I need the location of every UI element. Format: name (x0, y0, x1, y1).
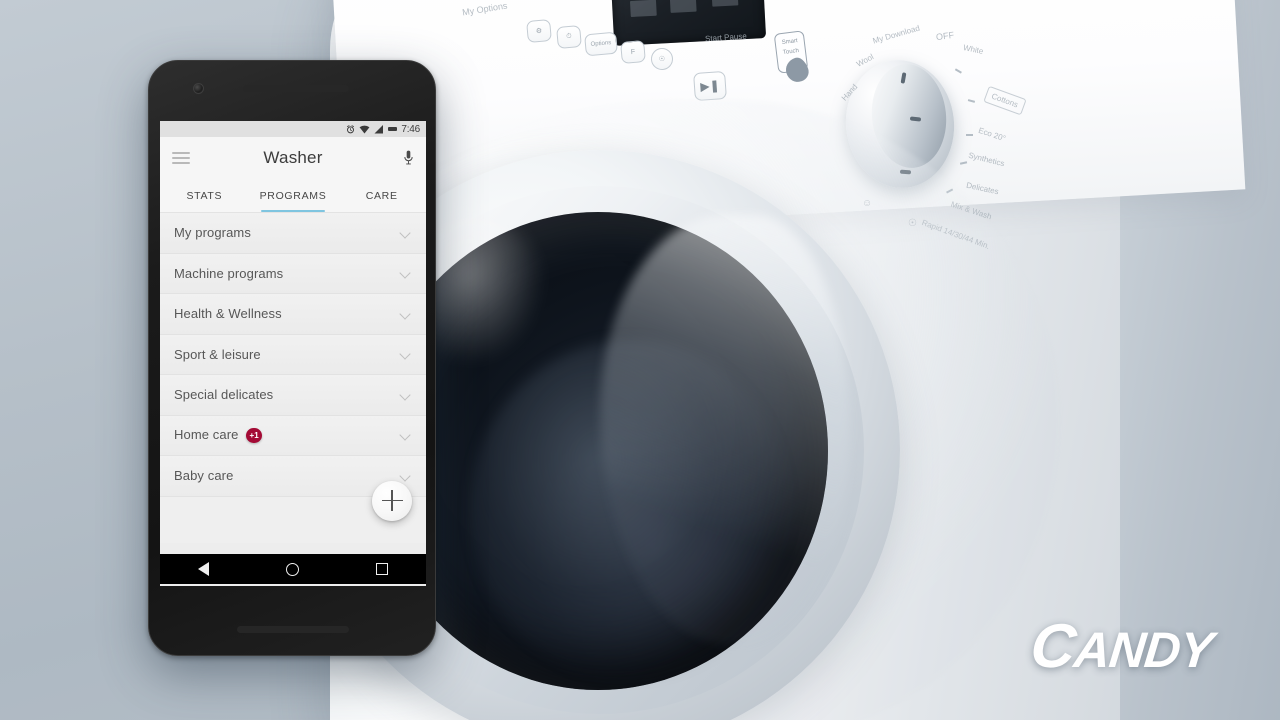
chevron-down-icon (400, 429, 412, 441)
washer-options-button[interactable]: Options (584, 31, 618, 57)
recents-square-icon[interactable] (375, 563, 388, 575)
washer-option-button-3[interactable]: F (620, 39, 646, 65)
hamburger-menu-icon[interactable] (172, 152, 190, 164)
status-bar-time: 7:46 (401, 123, 420, 135)
status-bar: 7:46 (160, 121, 426, 137)
list-item-health-wellness[interactable]: Health & Wellness (160, 294, 426, 335)
list-item-label: My programs (174, 225, 251, 241)
app-bar: Washer (160, 137, 426, 179)
programs-list: My programs Machine programs Health & We… (160, 213, 426, 543)
washer-option-button-2[interactable]: ⏱ (556, 24, 582, 50)
list-item-label: Sport & leisure (174, 346, 261, 362)
chevron-down-icon (400, 348, 412, 360)
chevron-down-icon (400, 389, 412, 401)
list-footer-area (160, 480, 426, 543)
tab-care[interactable]: CARE (337, 179, 426, 212)
candy-brand-logo: CANDY (1027, 611, 1216, 682)
phone-chin-bar (237, 626, 349, 633)
status-badge: +1 (246, 428, 262, 444)
list-item-label: Machine programs (174, 265, 284, 281)
list-item-label: Baby care (174, 468, 234, 484)
back-triangle-icon[interactable] (198, 562, 210, 576)
tab-programs[interactable]: PROGRAMS (249, 179, 338, 212)
tab-stats[interactable]: STATS (160, 179, 249, 212)
list-item-label: Special delicates (174, 387, 274, 403)
washer-start-pause-button[interactable]: ▶❚ (693, 70, 727, 102)
list-item-text: Home care (174, 427, 239, 443)
list-item-special-delicates[interactable]: Special delicates (160, 375, 426, 416)
android-navigation-bar (160, 554, 426, 584)
battery-icon (388, 127, 398, 131)
chevron-down-icon (400, 267, 412, 279)
smartphone-device: 7:46 Washer STATS PROGRAMS CARE My progr… (148, 60, 436, 656)
microphone-icon[interactable] (396, 150, 414, 166)
list-item-label: Health & Wellness (174, 306, 282, 322)
list-item-sport-leisure[interactable]: Sport & leisure (160, 334, 426, 375)
earpiece-speaker (243, 85, 349, 92)
add-program-fab-button[interactable] (372, 480, 412, 521)
chevron-down-icon (400, 227, 412, 239)
tab-bar: STATS PROGRAMS CARE (160, 179, 426, 213)
signal-icon (374, 124, 384, 134)
front-camera (193, 83, 204, 94)
phone-screen: 7:46 Washer STATS PROGRAMS CARE My progr… (160, 121, 426, 586)
candy-logo-initial: C (1026, 612, 1078, 681)
home-circle-icon[interactable] (285, 562, 299, 576)
washer-option-button-1[interactable]: ⚙ (526, 18, 552, 44)
chevron-down-icon (400, 470, 412, 482)
list-item-home-care[interactable]: Home care +1 (160, 415, 426, 456)
page-title: Washer (263, 148, 323, 167)
list-item-label: Home care +1 (174, 427, 400, 444)
alarm-icon (346, 124, 355, 134)
list-item-machine-programs[interactable]: Machine programs (160, 253, 426, 294)
candy-logo-rest: ANDY (1071, 622, 1215, 678)
plus-icon-vertical (391, 490, 393, 511)
screenshot-stage: My Options ⚙ ⏱ Options F ☉ Start Pause ▶… (0, 0, 1280, 720)
chevron-down-icon (400, 308, 412, 320)
list-item-my-programs[interactable]: My programs (160, 213, 426, 254)
wifi-icon (359, 125, 370, 134)
